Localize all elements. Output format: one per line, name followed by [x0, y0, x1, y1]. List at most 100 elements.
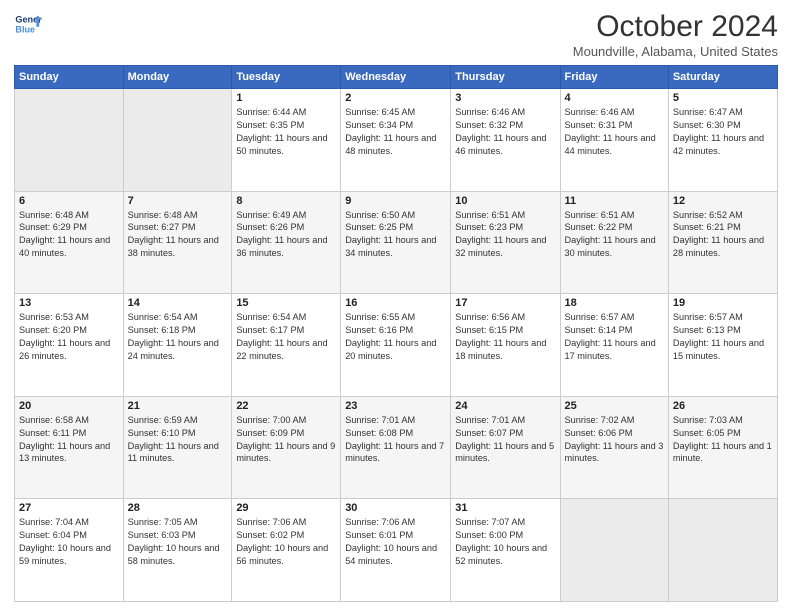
- day-number: 19: [673, 297, 773, 309]
- table-row: 4 Sunrise: 6:46 AMSunset: 6:31 PMDaylight…: [560, 89, 668, 192]
- day-number: 24: [455, 400, 555, 412]
- day-info: Sunrise: 7:06 AMSunset: 6:02 PMDaylight:…: [236, 516, 336, 568]
- table-row: 20 Sunrise: 6:58 AMSunset: 6:11 PMDayligh…: [15, 396, 124, 499]
- location: Moundville, Alabama, United States: [573, 44, 778, 59]
- table-row: [123, 89, 232, 192]
- day-number: 23: [345, 400, 446, 412]
- day-number: 17: [455, 297, 555, 309]
- table-row: 15 Sunrise: 6:54 AMSunset: 6:17 PMDayligh…: [232, 294, 341, 397]
- table-row: 16 Sunrise: 6:55 AMSunset: 6:16 PMDayligh…: [341, 294, 451, 397]
- table-row: 23Sunrise: 7:01 AMSunset: 6:08 PMDayligh…: [341, 396, 451, 499]
- calendar: Sunday Monday Tuesday Wednesday Thursday…: [14, 65, 778, 602]
- day-number: 20: [19, 400, 119, 412]
- day-info: Sunrise: 6:48 AMSunset: 6:29 PMDaylight:…: [19, 209, 119, 261]
- table-row: 13Sunrise: 6:53 AMSunset: 6:20 PMDayligh…: [15, 294, 124, 397]
- table-row: 27Sunrise: 7:04 AMSunset: 6:04 PMDayligh…: [15, 499, 124, 602]
- day-info: Sunrise: 6:49 AMSunset: 6:26 PMDaylight:…: [236, 209, 336, 261]
- month-title: October 2024: [573, 10, 778, 44]
- col-thursday: Thursday: [451, 66, 560, 89]
- day-number: 6: [19, 195, 119, 207]
- day-number: 14: [128, 297, 228, 309]
- header-right: October 2024 Moundville, Alabama, United…: [573, 10, 778, 59]
- day-info: Sunrise: 6:50 AMSunset: 6:25 PMDaylight:…: [345, 209, 446, 261]
- day-info: Sunrise: 7:02 AMSunset: 6:06 PMDaylight:…: [565, 414, 664, 466]
- table-row: [15, 89, 124, 192]
- table-row: 3 Sunrise: 6:46 AMSunset: 6:32 PMDaylight…: [451, 89, 560, 192]
- calendar-header-row: Sunday Monday Tuesday Wednesday Thursday…: [15, 66, 778, 89]
- day-number: 7: [128, 195, 228, 207]
- day-info: Sunrise: 6:47 AMSunset: 6:30 PMDaylight:…: [673, 106, 773, 158]
- day-number: 9: [345, 195, 446, 207]
- day-number: 15: [236, 297, 336, 309]
- day-info: Sunrise: 6:44 AMSunset: 6:35 PMDaylight:…: [236, 106, 336, 158]
- col-wednesday: Wednesday: [341, 66, 451, 89]
- calendar-week-row: 20 Sunrise: 6:58 AMSunset: 6:11 PMDayligh…: [15, 396, 778, 499]
- table-row: 22 Sunrise: 7:00 AMSunset: 6:09 PMDayligh…: [232, 396, 341, 499]
- svg-text:Blue: Blue: [15, 24, 35, 34]
- table-row: 1Sunrise: 6:44 AMSunset: 6:35 PMDaylight…: [232, 89, 341, 192]
- day-number: 2: [345, 92, 446, 104]
- day-info: Sunrise: 6:46 AMSunset: 6:32 PMDaylight:…: [455, 106, 555, 158]
- table-row: 5 Sunrise: 6:47 AMSunset: 6:30 PMDaylight…: [668, 89, 777, 192]
- day-number: 13: [19, 297, 119, 309]
- col-tuesday: Tuesday: [232, 66, 341, 89]
- day-info: Sunrise: 6:48 AMSunset: 6:27 PMDaylight:…: [128, 209, 228, 261]
- day-info: Sunrise: 7:06 AMSunset: 6:01 PMDaylight:…: [345, 516, 446, 568]
- table-row: 9 Sunrise: 6:50 AMSunset: 6:25 PMDaylight…: [341, 191, 451, 294]
- table-row: [560, 499, 668, 602]
- day-number: 26: [673, 400, 773, 412]
- calendar-week-row: 27Sunrise: 7:04 AMSunset: 6:04 PMDayligh…: [15, 499, 778, 602]
- logo: General Blue: [14, 10, 42, 38]
- table-row: 6 Sunrise: 6:48 AMSunset: 6:29 PMDaylight…: [15, 191, 124, 294]
- day-number: 4: [565, 92, 664, 104]
- day-info: Sunrise: 7:01 AMSunset: 6:07 PMDaylight:…: [455, 414, 555, 466]
- day-number: 22: [236, 400, 336, 412]
- table-row: 2 Sunrise: 6:45 AMSunset: 6:34 PMDaylight…: [341, 89, 451, 192]
- day-number: 21: [128, 400, 228, 412]
- table-row: 24 Sunrise: 7:01 AMSunset: 6:07 PMDayligh…: [451, 396, 560, 499]
- day-info: Sunrise: 6:54 AMSunset: 6:17 PMDaylight:…: [236, 311, 336, 363]
- col-saturday: Saturday: [668, 66, 777, 89]
- table-row: 11 Sunrise: 6:51 AMSunset: 6:22 PMDayligh…: [560, 191, 668, 294]
- day-info: Sunrise: 6:45 AMSunset: 6:34 PMDaylight:…: [345, 106, 446, 158]
- day-info: Sunrise: 7:07 AMSunset: 6:00 PMDaylight:…: [455, 516, 555, 568]
- table-row: 29 Sunrise: 7:06 AMSunset: 6:02 PMDayligh…: [232, 499, 341, 602]
- day-info: Sunrise: 6:55 AMSunset: 6:16 PMDaylight:…: [345, 311, 446, 363]
- day-number: 5: [673, 92, 773, 104]
- day-info: Sunrise: 6:51 AMSunset: 6:22 PMDaylight:…: [565, 209, 664, 261]
- day-info: Sunrise: 7:04 AMSunset: 6:04 PMDaylight:…: [19, 516, 119, 568]
- table-row: 21Sunrise: 6:59 AMSunset: 6:10 PMDayligh…: [123, 396, 232, 499]
- day-info: Sunrise: 6:51 AMSunset: 6:23 PMDaylight:…: [455, 209, 555, 261]
- day-number: 12: [673, 195, 773, 207]
- day-info: Sunrise: 7:00 AMSunset: 6:09 PMDaylight:…: [236, 414, 336, 466]
- day-number: 3: [455, 92, 555, 104]
- day-number: 8: [236, 195, 336, 207]
- day-info: Sunrise: 6:57 AMSunset: 6:13 PMDaylight:…: [673, 311, 773, 363]
- day-number: 28: [128, 502, 228, 514]
- table-row: 18Sunrise: 6:57 AMSunset: 6:14 PMDayligh…: [560, 294, 668, 397]
- header: General Blue October 2024 Moundville, Al…: [14, 10, 778, 59]
- col-friday: Friday: [560, 66, 668, 89]
- table-row: 31 Sunrise: 7:07 AMSunset: 6:00 PMDayligh…: [451, 499, 560, 602]
- col-monday: Monday: [123, 66, 232, 89]
- day-info: Sunrise: 7:05 AMSunset: 6:03 PMDaylight:…: [128, 516, 228, 568]
- day-number: 29: [236, 502, 336, 514]
- day-info: Sunrise: 7:03 AMSunset: 6:05 PMDaylight:…: [673, 414, 773, 466]
- table-row: 25Sunrise: 7:02 AMSunset: 6:06 PMDayligh…: [560, 396, 668, 499]
- day-info: Sunrise: 6:57 AMSunset: 6:14 PMDaylight:…: [565, 311, 664, 363]
- day-info: Sunrise: 6:58 AMSunset: 6:11 PMDaylight:…: [19, 414, 119, 466]
- day-number: 31: [455, 502, 555, 514]
- table-row: 12Sunrise: 6:52 AMSunset: 6:21 PMDayligh…: [668, 191, 777, 294]
- logo-icon: General Blue: [14, 10, 42, 38]
- day-info: Sunrise: 6:46 AMSunset: 6:31 PMDaylight:…: [565, 106, 664, 158]
- day-number: 11: [565, 195, 664, 207]
- day-number: 16: [345, 297, 446, 309]
- table-row: 8 Sunrise: 6:49 AMSunset: 6:26 PMDaylight…: [232, 191, 341, 294]
- calendar-week-row: 1Sunrise: 6:44 AMSunset: 6:35 PMDaylight…: [15, 89, 778, 192]
- col-sunday: Sunday: [15, 66, 124, 89]
- table-row: 7 Sunrise: 6:48 AMSunset: 6:27 PMDaylight…: [123, 191, 232, 294]
- table-row: [668, 499, 777, 602]
- table-row: 28 Sunrise: 7:05 AMSunset: 6:03 PMDayligh…: [123, 499, 232, 602]
- table-row: 14Sunrise: 6:54 AMSunset: 6:18 PMDayligh…: [123, 294, 232, 397]
- table-row: 19 Sunrise: 6:57 AMSunset: 6:13 PMDayligh…: [668, 294, 777, 397]
